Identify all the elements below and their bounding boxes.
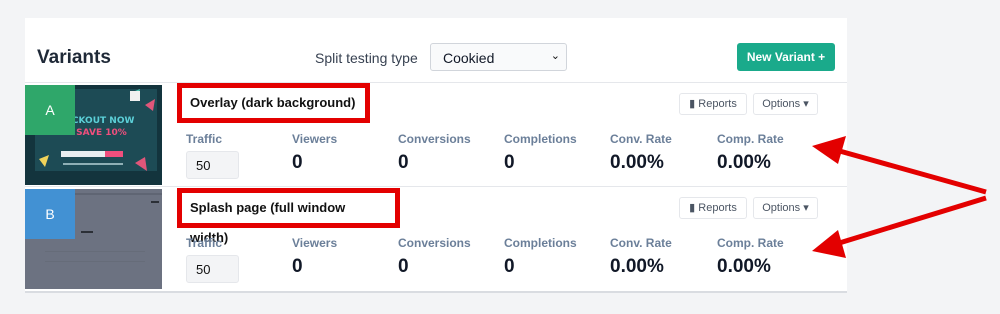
conversions-label: Conversions — [398, 236, 471, 250]
viewers-label: Viewers — [292, 236, 338, 250]
reports-button-a[interactable]: ▮ Reports — [679, 93, 747, 115]
conv-rate-value-a: 0.00% — [610, 152, 664, 173]
completions-label: Completions — [504, 236, 577, 250]
comp-rate-value-b: 0.00% — [717, 256, 771, 277]
viewers-value-b: 0 — [292, 256, 303, 277]
completions-label: Completions — [504, 132, 577, 146]
reports-button-b[interactable]: ▮ Reports — [679, 197, 747, 219]
conv-rate-label: Conv. Rate — [610, 236, 672, 250]
variant-thumbnail-b[interactable]: B — [25, 189, 162, 289]
viewers-label: Viewers — [292, 132, 338, 146]
variants-card: Variants Split testing type Cookied ⌄ Ne… — [25, 18, 847, 293]
completions-value-a: 0 — [504, 152, 515, 173]
split-testing-select[interactable]: Cookied ⌄ — [430, 43, 567, 71]
variant-row-b: B Splash page (full window width) ▮ Repo… — [25, 186, 847, 290]
caret-down-icon: ▾ — [803, 98, 809, 110]
variant-thumbnail-a[interactable]: CHECKOUT NOW TO SAVE 10% A — [25, 85, 162, 185]
conv-rate-label: Conv. Rate — [610, 132, 672, 146]
traffic-label: Traffic — [186, 236, 223, 250]
completions-value-b: 0 — [504, 256, 515, 277]
variant-row-a: CHECKOUT NOW TO SAVE 10% A Overlay (dark… — [25, 82, 847, 186]
options-button-a[interactable]: Options ▾ — [753, 93, 818, 115]
variant-letter-a: A — [25, 85, 75, 135]
variant-name-a[interactable]: Overlay (dark background) — [177, 83, 370, 123]
caret-down-icon: ▾ — [803, 202, 809, 214]
page-title: Variants — [37, 47, 111, 68]
comp-rate-value-a: 0.00% — [717, 152, 771, 173]
comp-rate-label: Comp. Rate — [717, 236, 784, 250]
viewers-value-a: 0 — [292, 152, 303, 173]
bar-chart-icon: ▮ — [689, 98, 696, 110]
conversions-value-b: 0 — [398, 256, 409, 277]
conversions-label: Conversions — [398, 132, 471, 146]
traffic-input-a[interactable]: 50 — [186, 151, 239, 179]
traffic-label: Traffic — [186, 132, 223, 146]
split-testing-value: Cookied — [443, 50, 495, 66]
conversions-value-a: 0 — [398, 152, 409, 173]
new-variant-button[interactable]: New Variant + — [737, 43, 835, 71]
bar-chart-icon: ▮ — [689, 202, 696, 214]
split-testing-label: Split testing type — [315, 50, 418, 66]
options-button-b[interactable]: Options ▾ — [753, 197, 818, 219]
conv-rate-value-b: 0.00% — [610, 256, 664, 277]
chevron-down-icon: ⌄ — [550, 50, 560, 62]
variant-name-b[interactable]: Splash page (full window width) — [177, 188, 400, 245]
traffic-input-b[interactable]: 50 — [186, 255, 239, 283]
comp-rate-label: Comp. Rate — [717, 132, 784, 146]
variant-letter-b: B — [25, 189, 75, 239]
